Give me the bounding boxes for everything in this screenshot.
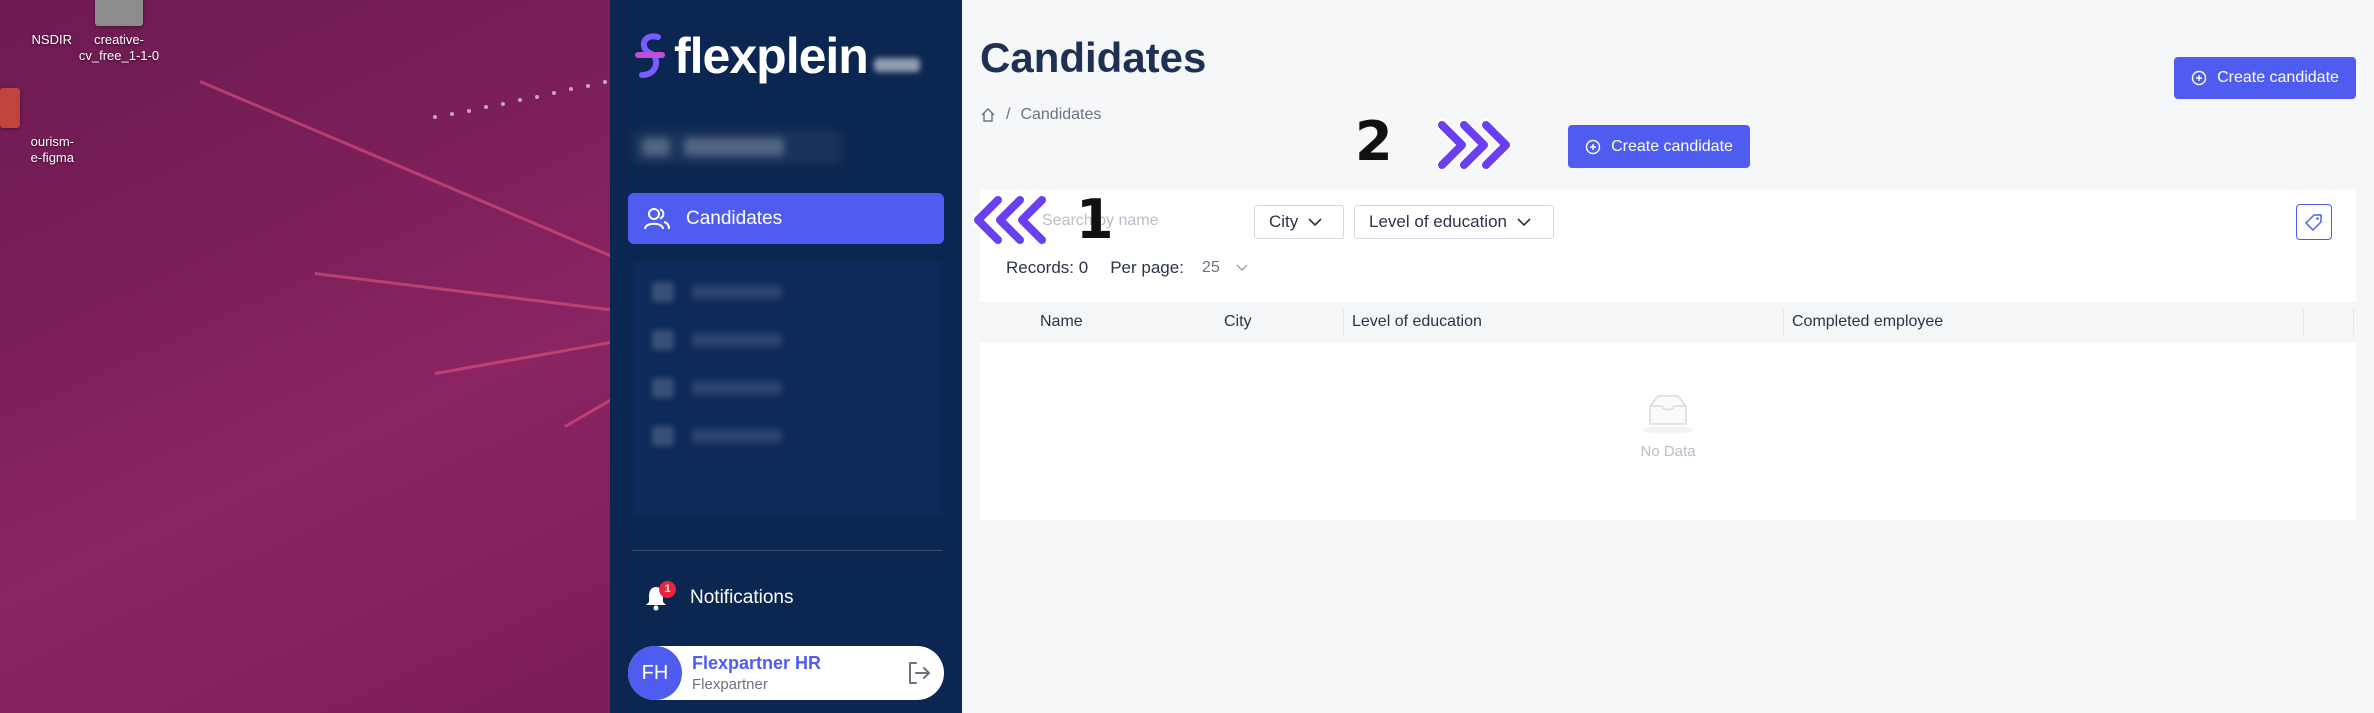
column-spacer [980, 309, 1040, 335]
breadcrumb: / Candidates [980, 106, 1101, 124]
plus-circle-icon [1585, 139, 1601, 154]
tag-icon [2305, 214, 2322, 231]
sidebar-item-candidates[interactable]: Candidates [628, 193, 944, 244]
user-name: Flexpartner HR [692, 653, 822, 673]
plus-circle-icon [2191, 70, 2207, 86]
main-content: Candidates / Candidates Create candidate… [962, 0, 2374, 713]
create-candidate-button[interactable]: Create candidate [2174, 57, 2356, 99]
city-filter-dropdown[interactable]: City [1254, 205, 1344, 239]
logo-text: flexplein [674, 28, 869, 84]
flexplein-logo-icon [635, 33, 665, 78]
create-candidate-button-annotated[interactable]: Create candidate [1568, 125, 1750, 168]
city-filter-label: City [1269, 212, 1299, 231]
desktop-icon-label: creative- [94, 32, 144, 47]
avatar: FH [628, 646, 682, 700]
notification-badge: 1 [659, 581, 676, 598]
chevron-down-icon[interactable] [1236, 264, 1248, 272]
nav-item-blurred[interactable] [652, 426, 922, 446]
logout-icon[interactable] [906, 660, 932, 686]
wallpaper-ray [564, 365, 610, 428]
chevron-down-icon [1308, 218, 1322, 227]
column-header-completed-employee[interactable]: Completed employee [1784, 309, 2304, 335]
file-thumbnail [0, 88, 20, 128]
records-count: Records: 0 [1006, 258, 1089, 277]
education-filter-label: Level of education [1369, 212, 1507, 231]
column-header-name[interactable]: Name [1040, 309, 1216, 335]
user-organization: Flexpartner [692, 676, 768, 693]
wallpaper-ray [314, 272, 610, 314]
records-bar: Records: 0 Per page: 25 [1006, 258, 1248, 278]
nav-items-blurred [632, 262, 942, 517]
notifications-label: Notifications [690, 587, 794, 608]
nav-item-blurred[interactable] [652, 378, 922, 398]
nav-item-blurred[interactable] [632, 130, 842, 164]
sidebar-item-label: Candidates [686, 207, 783, 229]
user-card: FH Flexpartner HR Flexpartner [628, 646, 944, 700]
empty-state-text: No Data [1640, 443, 1696, 460]
desktop-icon-label: ourism- [30, 134, 74, 149]
empty-state: No Data [980, 390, 2356, 460]
table-header: Name City Level of education Completed e… [980, 302, 2356, 342]
desktop-icon-label: cv_free_1-1-0 [78, 48, 160, 63]
desktop-icon-label: e-figma [30, 150, 74, 165]
desktop-icon-creative-cv[interactable]: creative- cv_free_1-1-0 [54, 0, 184, 64]
per-page-select[interactable]: 25 [1202, 259, 1220, 277]
education-filter-dropdown[interactable]: Level of education [1354, 205, 1554, 239]
per-page-label: Per page: [1110, 258, 1184, 277]
nav-item-blurred[interactable] [652, 330, 922, 350]
nav-item-blurred[interactable] [652, 282, 922, 302]
sidebar: flexplein Candidates 1 Notifications FH … [610, 0, 962, 713]
wallpaper-ray [434, 335, 610, 375]
create-candidate-label: Create candidate [1611, 137, 1733, 155]
file-thumbnail [95, 0, 143, 26]
users-icon [644, 207, 670, 229]
search-input[interactable]: Search by name [1042, 212, 1192, 230]
desktop-background: NSDIR creative- cv_free_1-1-0 ourism- e-… [0, 0, 610, 713]
breadcrumb-current: Candidates [1020, 106, 1102, 123]
desktop-icon-tourism-figma[interactable]: ourism- e-figma [0, 88, 86, 166]
bell-icon: 1 [644, 581, 676, 611]
page-title: Candidates [980, 34, 1207, 81]
wallpaper-dots [433, 80, 607, 119]
logo-suffix-blurred [873, 58, 920, 72]
candidates-table-card: Search by name City Level of education R… [980, 190, 2356, 520]
annotation-arrow-left-icon [971, 193, 1049, 247]
column-header-city[interactable]: City [1216, 309, 1344, 335]
sidebar-divider [632, 550, 942, 551]
empty-inbox-icon [1642, 395, 1694, 434]
app-logo[interactable]: flexplein [632, 26, 920, 86]
annotation-arrow-right-icon [1435, 118, 1513, 172]
annotation-number-2: 2 [1355, 110, 1393, 173]
annotation-number-1: 1 [1076, 188, 1114, 251]
create-candidate-label: Create candidate [2217, 69, 2339, 86]
notifications-link[interactable]: 1 Notifications [644, 581, 794, 611]
breadcrumb-separator: / [1006, 106, 1011, 123]
tag-filter-button[interactable] [2296, 204, 2332, 240]
chevron-down-icon [1517, 218, 1531, 227]
column-header-education[interactable]: Level of education [1344, 309, 1784, 335]
column-spacer [2304, 309, 2354, 335]
home-icon[interactable] [980, 107, 996, 123]
